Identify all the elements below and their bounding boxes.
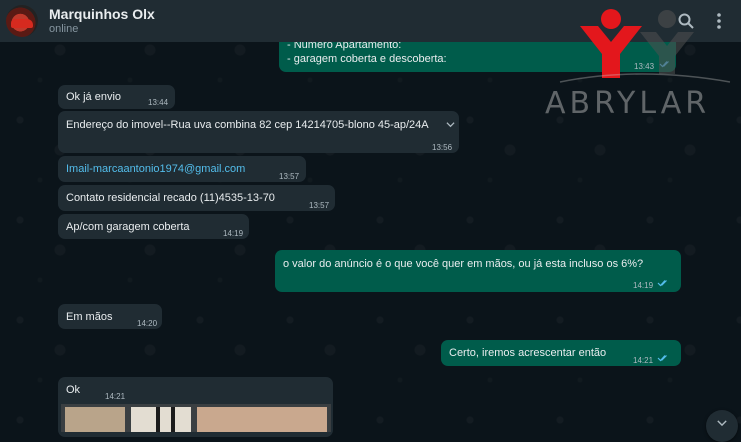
message-time: 14:21 [105, 392, 126, 401]
photo-region [197, 407, 327, 432]
kebab-menu-icon[interactable] [709, 11, 729, 31]
search-icon[interactable] [676, 11, 696, 31]
message-time: 14:19 [223, 229, 244, 238]
message-time: 13:43 [634, 62, 655, 71]
chevron-down-icon [717, 420, 727, 427]
contact-name[interactable]: Marquinhos Olx [49, 6, 155, 22]
photo-region [131, 407, 191, 432]
contact-status: online [49, 23, 79, 35]
message-text: Endereço do imovel--Rua uva combina 82 c… [66, 119, 429, 131]
read-ticks-icon [659, 61, 669, 68]
message-bubble-incoming[interactable]: Imail-marcaantonio1974@gmail.com 13:57 [58, 156, 306, 182]
car-image [11, 19, 33, 28]
email-link[interactable]: Imail-marcaantonio1974@gmail.com [66, 162, 245, 176]
message-bubble-outgoing[interactable]: Certo, iremos acrescentar então 14:21 [441, 340, 681, 366]
watermark-text: ABRYLAR [545, 86, 711, 121]
message-text: Ap/com garagem coberta [66, 221, 190, 233]
message-bubble-incoming[interactable]: Ok já envio 13:44 [58, 85, 175, 109]
message-bubble-incoming[interactable]: Contato residencial recado (11)4535-13-7… [58, 185, 335, 211]
chevron-down-icon[interactable] [446, 120, 455, 129]
message-text: o valor do anúncio é o que você quer em … [283, 258, 644, 270]
message-time: 13:56 [432, 143, 453, 152]
photo-attachment[interactable] [61, 404, 331, 432]
message-bubble-incoming[interactable]: Em mãos 14:20 [58, 304, 162, 329]
message-text: Certo, iremos acrescentar então [449, 347, 607, 359]
scroll-to-bottom-button[interactable] [706, 410, 738, 442]
message-time: 14:19 [633, 281, 654, 290]
message-time: 13:57 [309, 201, 330, 210]
message-text: - garagem coberta e descoberta: [287, 53, 447, 65]
message-text: Contato residencial recado (11)4535-13-7… [66, 192, 275, 204]
photo-region [156, 407, 160, 432]
message-bubble-outgoing[interactable]: o valor do anúncio é o que você quer em … [275, 250, 681, 292]
message-text: Ok já envio [66, 91, 122, 103]
message-text: Ok [66, 384, 81, 396]
message-time: 14:20 [137, 319, 158, 328]
message-time: 13:44 [148, 98, 169, 107]
message-text: Em mãos [66, 311, 113, 323]
photo-region [171, 407, 175, 432]
message-bubble-incoming[interactable]: Endereço do imovel--Rua uva combina 82 c… [58, 111, 459, 153]
message-bubble-incoming[interactable]: Ap/com garagem coberta 14:19 [58, 214, 249, 239]
chat-header[interactable]: Marquinhos Olx online [0, 0, 741, 42]
photo-region [65, 407, 125, 432]
message-time: 14:21 [633, 356, 654, 365]
read-ticks-icon [657, 280, 667, 287]
avatar[interactable] [6, 5, 38, 37]
message-time: 13:57 [279, 172, 300, 181]
read-ticks-icon [657, 355, 667, 362]
